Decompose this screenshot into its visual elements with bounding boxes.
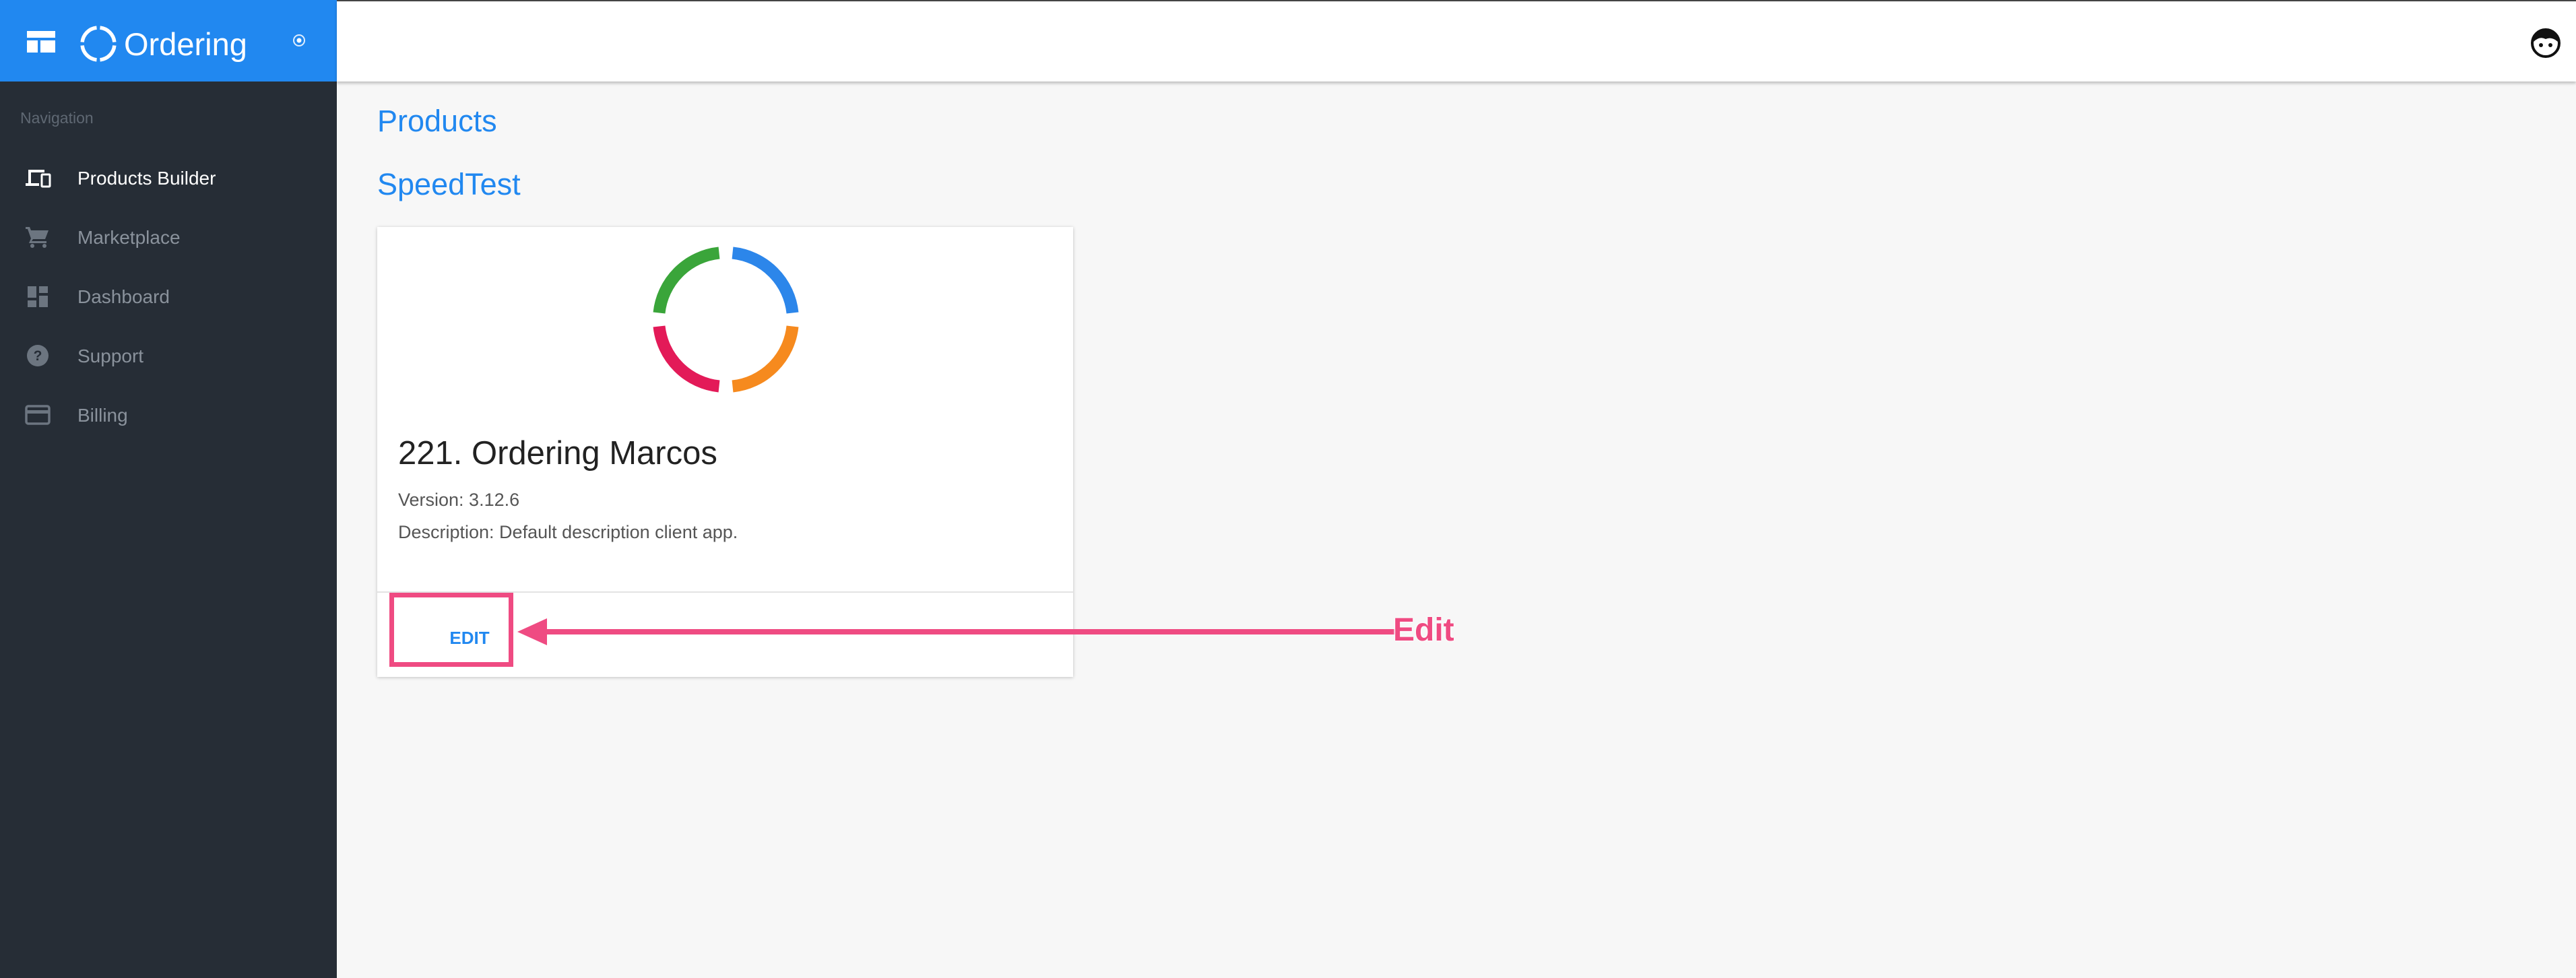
product-title: 221. Ordering Marcos [398, 435, 717, 471]
page-title: Products [377, 104, 497, 138]
cart-icon [26, 227, 49, 248]
svg-text:?: ? [34, 348, 42, 364]
app-name: Ordering [124, 26, 247, 62]
radio-dot-icon[interactable] [292, 34, 306, 47]
sidebar-item-label: Marketplace [77, 227, 181, 248]
product-version: Version: 3.12.6 [398, 490, 520, 510]
devices-icon [26, 170, 51, 188]
sidebar-item-products-builder[interactable]: Products Builder [0, 151, 337, 205]
nav-heading: Navigation [20, 109, 94, 127]
section-title: SpeedTest [377, 167, 521, 201]
sidebar-item-label: Products Builder [77, 168, 216, 189]
sidebar-item-label: Billing [77, 405, 128, 426]
sidebar-item-dashboard[interactable]: Dashboard [0, 269, 337, 323]
sidebar-item-label: Support [77, 346, 144, 366]
credit-card-icon [25, 405, 51, 425]
annotation-highlight-box [389, 593, 513, 667]
ordering-ring-logo-icon [653, 247, 799, 393]
dashboard-icon [28, 286, 48, 307]
annotation-arrow-icon [517, 618, 1394, 645]
user-avatar-icon[interactable] [2530, 28, 2561, 59]
annotation-label: Edit [1393, 612, 1454, 648]
sidebar-item-label: Dashboard [77, 286, 170, 307]
sidebar-item-marketplace[interactable]: Marketplace [0, 210, 337, 264]
top-bar [337, 0, 2576, 82]
brand-bar: Ordering [0, 0, 337, 82]
ordering-logo-icon [80, 26, 117, 62]
product-description: Description: Default description client … [398, 522, 738, 542]
sidebar: Ordering Navigation Products Builder Mar… [0, 0, 337, 978]
sidebar-item-support[interactable]: ? Support [0, 329, 337, 383]
help-circle-icon: ? [27, 345, 49, 366]
sidebar-item-billing[interactable]: Billing [0, 388, 337, 442]
layout-menu-icon[interactable] [27, 31, 55, 53]
